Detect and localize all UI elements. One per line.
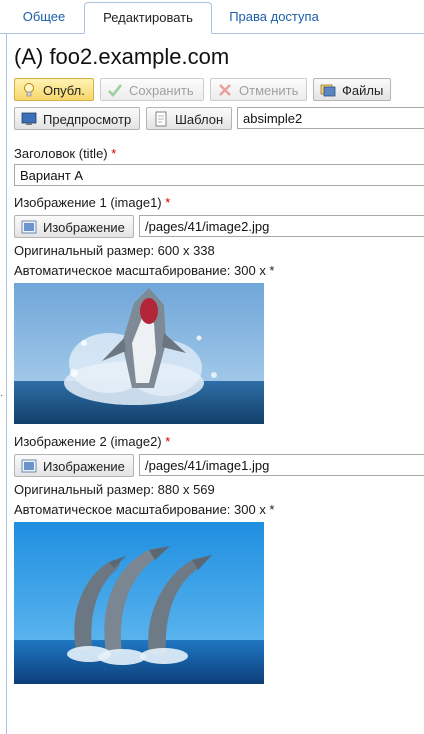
checkmark-icon (108, 84, 123, 97)
page-icon (155, 111, 167, 127)
image2-preview (14, 522, 264, 684)
template-select[interactable]: absimple2 (237, 107, 424, 129)
publish-button[interactable]: Опубл. (14, 78, 94, 101)
image1-preview (14, 283, 264, 424)
publish-label: Опубл. (43, 83, 85, 98)
files-icon (320, 84, 336, 97)
image2-original-size: Оригинальный размер: 880 x 569 (14, 482, 215, 497)
preview-label: Предпросмотр (43, 112, 132, 127)
image2-label-text: Изображение 2 (image2) (14, 434, 162, 449)
cancel-label: Отменить (239, 83, 299, 98)
picture-icon (21, 220, 37, 234)
image1-button-label: Изображение (43, 220, 125, 235)
required-mark: * (165, 195, 171, 210)
files-button[interactable]: Файлы (313, 78, 391, 101)
cross-icon (219, 84, 231, 96)
image2-label: Изображение 2 (image2) * (14, 434, 170, 449)
title-label-text: Заголовок (title) (14, 146, 108, 161)
title-label: Заголовок (title) * (14, 146, 116, 161)
lightbulb-icon (24, 83, 34, 97)
image1-auto-scale: Автоматическое масштабирование: 300 x * (14, 263, 275, 278)
title-input[interactable]: Вариант А (14, 164, 424, 186)
image1-button[interactable]: Изображение (14, 215, 134, 238)
tab-edit[interactable]: Редактировать (84, 2, 212, 34)
save-label: Сохранить (129, 83, 194, 98)
image1-original-size: Оригинальный размер: 600 x 338 (14, 243, 215, 258)
files-label: Файлы (342, 83, 384, 98)
save-button[interactable]: Сохранить (100, 78, 204, 101)
template-button[interactable]: Шаблон (146, 107, 232, 130)
image2-button[interactable]: Изображение (14, 454, 134, 477)
tab-access-rights[interactable]: Права доступа (218, 2, 330, 32)
panel-marker: · (0, 390, 4, 401)
page-title: (A) foo2.example.com (14, 44, 230, 69)
template-label: Шаблон (175, 112, 224, 127)
preview-button[interactable]: Предпросмотр (14, 107, 140, 130)
picture-icon (21, 459, 37, 473)
monitor-icon (21, 112, 37, 125)
image2-button-label: Изображение (43, 459, 125, 474)
image1-path-input[interactable]: /pages/41/image2.jpg (139, 215, 424, 237)
image1-label-text: Изображение 1 (image1) (14, 195, 162, 210)
cancel-button[interactable]: Отменить (210, 78, 307, 101)
tab-general[interactable]: Общее (8, 2, 80, 32)
image1-label: Изображение 1 (image1) * (14, 195, 170, 210)
tab-bar: Общее Редактировать Права доступа (0, 0, 424, 34)
image2-auto-scale: Автоматическое масштабирование: 300 x * (14, 502, 275, 517)
required-mark: * (165, 434, 171, 449)
image2-path-input[interactable]: /pages/41/image1.jpg (139, 454, 424, 476)
required-mark: * (111, 146, 117, 161)
